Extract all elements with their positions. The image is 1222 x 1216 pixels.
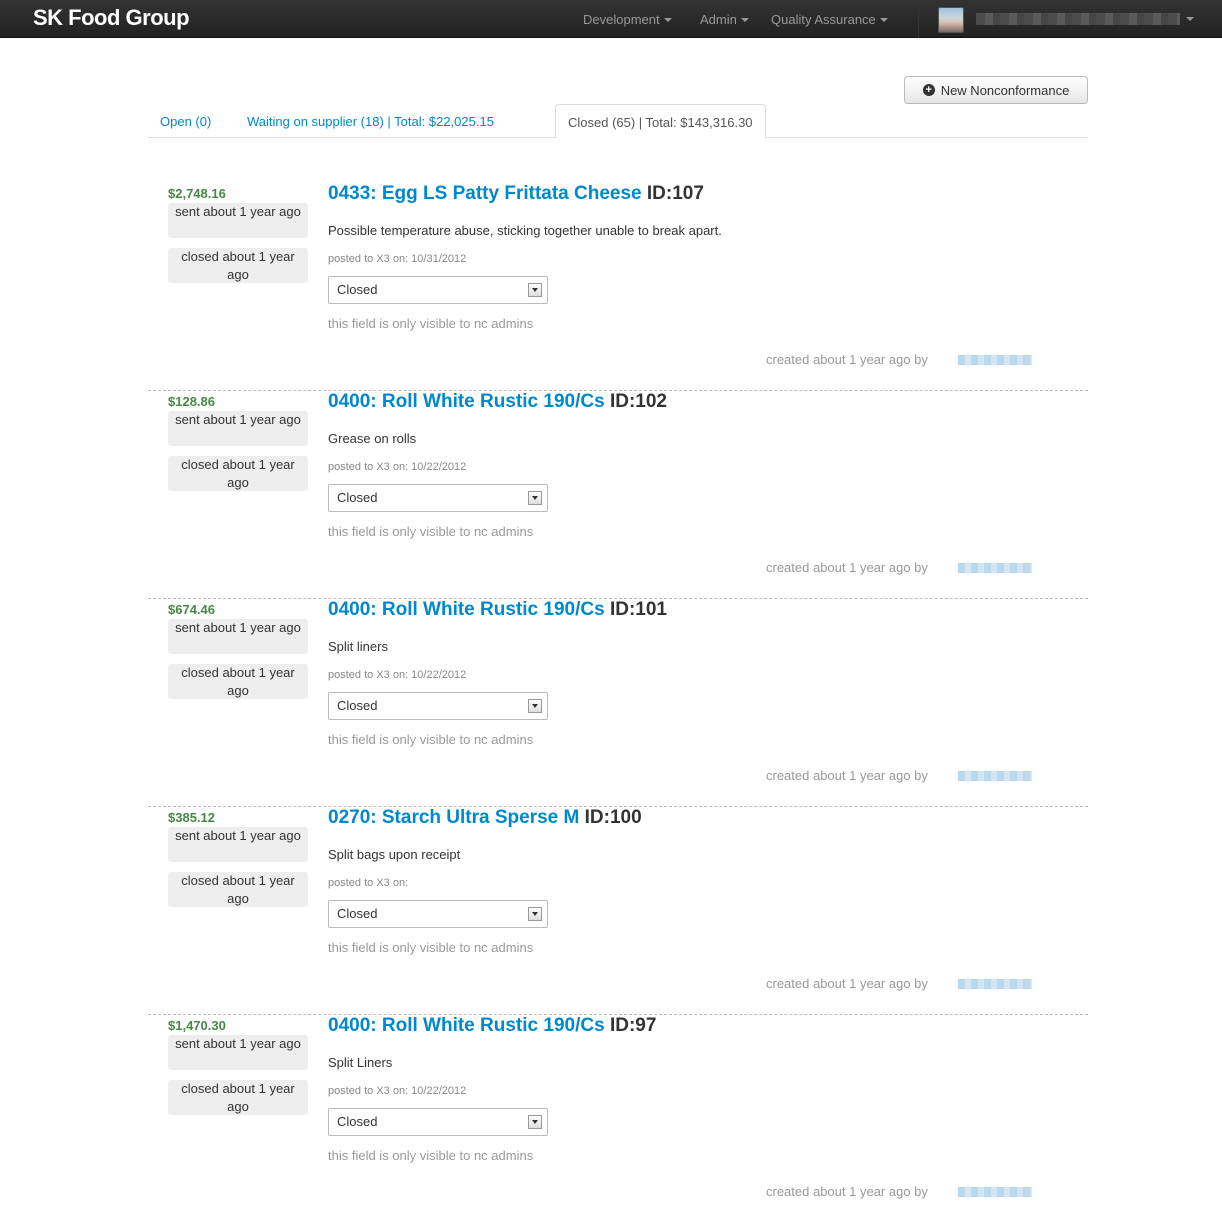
created-by: created about 1 year ago by xyxy=(766,976,928,991)
posted-date: posted to X3 on: 10/22/2012 xyxy=(328,461,467,473)
creator-link-redacted[interactable] xyxy=(958,979,1032,989)
chevron-down-icon xyxy=(740,17,749,22)
chevron-down-icon xyxy=(528,1115,542,1129)
sent-badge: sent about 1 year ago xyxy=(168,827,308,862)
tab-closed[interactable]: Closed (65) | Total: $143,316.30 xyxy=(555,104,766,139)
amount: $1,470.30 xyxy=(168,1018,226,1033)
status-value: Closed xyxy=(337,1114,378,1129)
nav-quality-assurance-label: Quality Assurance xyxy=(771,11,876,27)
amount: $674.46 xyxy=(168,602,215,617)
closed-badge: closed about 1 year ago xyxy=(168,1080,308,1115)
posted-date: posted to X3 on: 10/31/2012 xyxy=(328,253,467,265)
sent-badge: sent about 1 year ago xyxy=(168,203,308,238)
creator-link-redacted[interactable] xyxy=(958,1187,1032,1197)
item-name-link[interactable]: 0270: Starch Ultra Sperse M xyxy=(328,807,579,828)
status-value: Closed xyxy=(337,282,378,297)
item-id: ID:100 xyxy=(584,807,642,828)
chevron-down-icon xyxy=(528,907,542,921)
item-description: Split liners xyxy=(328,639,388,654)
item-name-link[interactable]: 0433: Egg LS Patty Frittata Cheese xyxy=(328,183,642,204)
sent-badge: sent about 1 year ago xyxy=(168,411,308,446)
created-by: created about 1 year ago by xyxy=(766,352,928,367)
item-title: 0400: Roll White Rustic 190/Cs ID:102 xyxy=(328,391,667,413)
sent-badge: sent about 1 year ago xyxy=(168,619,308,654)
chevron-down-icon xyxy=(663,17,672,22)
created-by: created about 1 year ago by xyxy=(766,768,928,783)
item-description: Possible temperature abuse, sticking tog… xyxy=(328,223,722,238)
item-description: Split bags upon receipt xyxy=(328,847,461,862)
list-item: $385.12 sent about 1 year ago closed abo… xyxy=(148,807,1088,1015)
admin-note: this field is only visible to nc admins xyxy=(328,732,534,747)
chevron-down-icon xyxy=(879,17,888,22)
posted-date: posted to X3 on: xyxy=(328,877,409,889)
nav-admin[interactable]: Admin xyxy=(700,0,749,38)
status-select[interactable]: Closed xyxy=(328,276,548,304)
item-title: 0270: Starch Ultra Sperse M ID:100 xyxy=(328,807,642,829)
item-name-link[interactable]: 0400: Roll White Rustic 190/Cs xyxy=(328,1015,605,1036)
status-select[interactable]: Closed xyxy=(328,900,548,928)
tab-waiting-on-supplier[interactable]: Waiting on supplier (18) | Total: $22,02… xyxy=(235,104,506,138)
admin-note: this field is only visible to nc admins xyxy=(328,316,534,331)
list-item: $1,470.30 sent about 1 year ago closed a… xyxy=(148,1015,1088,1216)
status-value: Closed xyxy=(337,906,378,921)
avatar[interactable] xyxy=(938,7,964,33)
item-description: Split Liners xyxy=(328,1055,393,1070)
new-nonconformance-label: New Nonconformance xyxy=(940,82,1070,98)
admin-note: this field is only visible to nc admins xyxy=(328,940,534,955)
status-tabs: Open (0) Waiting on supplier (18) | Tota… xyxy=(148,104,1088,139)
closed-badge: closed about 1 year ago xyxy=(168,456,308,491)
nav-admin-label: Admin xyxy=(700,11,737,27)
brand-logo[interactable]: SK Food Group xyxy=(33,5,190,31)
amount: $128.86 xyxy=(168,394,215,409)
nav-development[interactable]: Development xyxy=(583,0,672,38)
creator-link-redacted[interactable] xyxy=(958,563,1032,573)
closed-badge: closed about 1 year ago xyxy=(168,248,308,283)
chevron-down-icon[interactable] xyxy=(1186,17,1194,21)
status-select[interactable]: Closed xyxy=(328,484,548,512)
amount: $2,748.16 xyxy=(168,186,226,201)
list-item: $128.86 sent about 1 year ago closed abo… xyxy=(148,391,1088,599)
nav-development-label: Development xyxy=(583,11,660,27)
chevron-down-icon xyxy=(528,491,542,505)
chevron-down-icon xyxy=(528,283,542,297)
item-id: ID:102 xyxy=(609,391,667,412)
item-name-link[interactable]: 0400: Roll White Rustic 190/Cs xyxy=(328,391,605,412)
sent-badge: sent about 1 year ago xyxy=(168,1035,308,1070)
status-value: Closed xyxy=(337,490,378,505)
created-by: created about 1 year ago by xyxy=(766,1184,928,1199)
nav-divider xyxy=(918,0,919,38)
creator-link-redacted[interactable] xyxy=(958,771,1032,781)
item-title: 0400: Roll White Rustic 190/Cs ID:97 xyxy=(328,1015,656,1037)
item-id: ID:97 xyxy=(609,1015,657,1036)
closed-badge: closed about 1 year ago xyxy=(168,664,308,699)
closed-badge: closed about 1 year ago xyxy=(168,872,308,907)
item-id: ID:101 xyxy=(609,599,667,620)
user-name-redacted[interactable] xyxy=(976,13,1180,25)
new-nonconformance-button[interactable]: + New Nonconformance xyxy=(904,76,1088,104)
plus-circle-icon: + xyxy=(922,84,935,96)
item-id: ID:107 xyxy=(646,183,704,204)
list-item: $674.46 sent about 1 year ago closed abo… xyxy=(148,599,1088,807)
admin-note: this field is only visible to nc admins xyxy=(328,524,534,539)
nav-quality-assurance[interactable]: Quality Assurance xyxy=(771,0,888,38)
posted-date: posted to X3 on: 10/22/2012 xyxy=(328,1085,467,1097)
posted-date: posted to X3 on: 10/22/2012 xyxy=(328,669,467,681)
amount: $385.12 xyxy=(168,810,215,825)
item-title: 0400: Roll White Rustic 190/Cs ID:101 xyxy=(328,599,667,621)
chevron-down-icon xyxy=(528,699,542,713)
list-item: $2,748.16 sent about 1 year ago closed a… xyxy=(148,183,1088,391)
item-title: 0433: Egg LS Patty Frittata Cheese ID:10… xyxy=(328,183,704,205)
status-select[interactable]: Closed xyxy=(328,692,548,720)
tab-open[interactable]: Open (0) xyxy=(148,104,223,138)
top-navbar: SK Food Group Development Admin Quality … xyxy=(0,0,1222,38)
status-value: Closed xyxy=(337,698,378,713)
item-description: Grease on rolls xyxy=(328,431,417,446)
created-by: created about 1 year ago by xyxy=(766,560,928,575)
status-select[interactable]: Closed xyxy=(328,1108,548,1136)
item-name-link[interactable]: 0400: Roll White Rustic 190/Cs xyxy=(328,599,605,620)
admin-note: this field is only visible to nc admins xyxy=(328,1148,534,1163)
creator-link-redacted[interactable] xyxy=(958,355,1032,365)
